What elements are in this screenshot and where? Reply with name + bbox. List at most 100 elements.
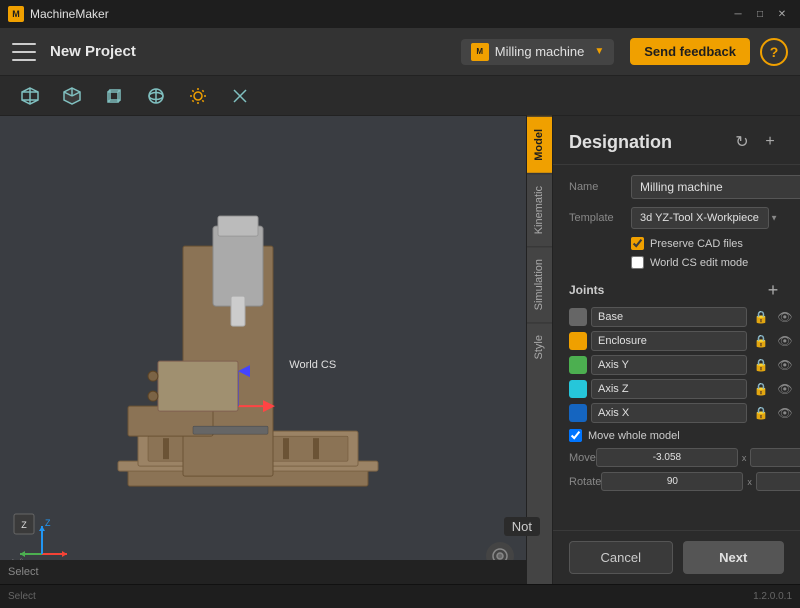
template-select[interactable]: 3d YZ-Tool X-Workpiece 3d XZ-Tool Y-Work…: [631, 207, 769, 229]
joint-color-axisy: [569, 356, 587, 374]
minimize-button[interactable]: ─: [728, 4, 748, 24]
select-status-bar: Select: [0, 560, 526, 584]
joints-add-button[interactable]: +: [762, 279, 784, 301]
feedback-button[interactable]: Send feedback: [630, 38, 750, 65]
cancel-button[interactable]: Cancel: [569, 541, 673, 574]
tab-kinematic[interactable]: Kinematic: [527, 173, 552, 246]
tab-model[interactable]: Model: [527, 116, 552, 173]
joint-row-enclosure: 🔒 👁 —: [569, 331, 784, 351]
panel-footer: Cancel Next: [553, 530, 800, 584]
machine-selector[interactable]: M Milling machine ▼: [461, 39, 615, 65]
preserve-cad-row: Preserve CAD files: [631, 237, 784, 250]
move-y-input[interactable]: [750, 448, 800, 467]
name-input[interactable]: [631, 175, 800, 199]
joint-row-base: 🔒 👁: [569, 307, 784, 327]
machine-3d-model: [98, 166, 398, 549]
joint-name-axisz[interactable]: [591, 379, 747, 399]
joint-row-axisx: 🔒 👁 —: [569, 403, 784, 423]
move-row: Move x: [569, 448, 784, 467]
help-button[interactable]: ?: [760, 38, 788, 66]
move-whole-model-row: Move whole model: [569, 429, 784, 442]
viewport-tool-2[interactable]: [100, 82, 128, 110]
svg-text:Z: Z: [21, 520, 27, 530]
rotate-inputs: x: [601, 472, 800, 491]
machine-name: Milling machine: [495, 44, 585, 59]
vertical-tabs: Model Kinematic Simulation Style: [526, 116, 552, 584]
app-title: MachineMaker: [30, 7, 109, 21]
tab-simulation[interactable]: Simulation: [527, 246, 552, 322]
menu-icon[interactable]: [12, 43, 36, 61]
viewport-tool-0[interactable]: [16, 82, 44, 110]
joint-row-axisy: 🔒 👁 —: [569, 355, 784, 375]
move-section: Move whole model Move x Rotate: [569, 429, 784, 491]
close-button[interactable]: ✕: [772, 4, 792, 24]
joint-name-axisx[interactable]: [591, 403, 747, 423]
preserve-cad-label: Preserve CAD files: [650, 238, 743, 250]
joints-title: Joints: [569, 283, 762, 297]
worldcs-row: World CS edit mode: [631, 256, 784, 269]
move-label: Move: [569, 452, 596, 464]
machine-icon: M: [471, 43, 489, 61]
rotate-row: Rotate x: [569, 472, 784, 491]
status-coords: 1.2.0.0.1: [753, 591, 792, 602]
joint-row-axisz: 🔒 👁 —: [569, 379, 784, 399]
refresh-button[interactable]: ↻: [728, 128, 756, 156]
not-badge: Not: [504, 517, 540, 536]
rotate-label: Rotate: [569, 476, 601, 488]
joint-lock-enclosure[interactable]: 🔒: [751, 331, 771, 351]
right-panel: Designation ↻ + Name Template 3d YZ-Tool…: [552, 116, 800, 584]
joint-color-enclosure: [569, 332, 587, 350]
name-field-row: Name: [569, 175, 784, 199]
name-label: Name: [569, 181, 631, 193]
template-field-row: Template 3d YZ-Tool X-Workpiece 3d XZ-To…: [569, 207, 784, 229]
panel-body: Name Template 3d YZ-Tool X-Workpiece 3d …: [553, 165, 800, 530]
panel-title: Designation: [569, 132, 728, 153]
tab-style[interactable]: Style: [527, 322, 552, 371]
joint-name-base[interactable]: [591, 307, 747, 327]
main-area: World CS Z X Y: [0, 116, 800, 584]
viewport-toolbar: [0, 76, 800, 116]
worldcs-label: World CS edit mode: [650, 257, 748, 269]
joint-color-axisz: [569, 380, 587, 398]
viewport-tool-1[interactable]: [58, 82, 86, 110]
preserve-cad-checkbox[interactable]: [631, 237, 644, 250]
move-x-input[interactable]: [596, 448, 738, 467]
rotate-y-input[interactable]: [756, 472, 800, 491]
joint-color-base: [569, 308, 587, 326]
viewport[interactable]: World CS Z X Y: [0, 116, 526, 584]
joint-color-axisx: [569, 404, 587, 422]
move-whole-label: Move whole model: [588, 430, 680, 442]
joint-visible-axisx[interactable]: 👁: [775, 403, 795, 423]
viewport-tool-3[interactable]: [142, 82, 170, 110]
svg-text:Z: Z: [45, 518, 51, 528]
panel-add-button[interactable]: +: [756, 128, 784, 156]
topbar: New Project M Milling machine ▼ Send fee…: [0, 28, 800, 76]
joint-visible-enclosure[interactable]: 👁: [775, 331, 795, 351]
joint-lock-axisz[interactable]: 🔒: [751, 379, 771, 399]
panel-header: Designation ↻ +: [553, 116, 800, 165]
joint-visible-base[interactable]: 👁: [775, 307, 795, 327]
worldcs-checkbox[interactable]: [631, 256, 644, 269]
joints-section-header: Joints +: [569, 279, 784, 301]
rotate-x-input[interactable]: [601, 472, 743, 491]
viewport-tool-5[interactable]: [226, 82, 254, 110]
joint-name-enclosure[interactable]: [591, 331, 747, 351]
next-button[interactable]: Next: [683, 541, 785, 574]
joint-lock-axisy[interactable]: 🔒: [751, 355, 771, 375]
joint-lock-axisx[interactable]: 🔒: [751, 403, 771, 423]
viewport-canvas[interactable]: World CS Z X Y: [0, 116, 526, 584]
viewport-tool-4[interactable]: [184, 82, 212, 110]
joint-lock-base[interactable]: 🔒: [751, 307, 771, 327]
joint-visible-axisy[interactable]: 👁: [775, 355, 795, 375]
joint-name-axisy[interactable]: [591, 355, 747, 375]
project-title: New Project: [50, 43, 461, 60]
maximize-button[interactable]: □: [750, 4, 770, 24]
titlebar: M MachineMaker ─ □ ✕: [0, 0, 800, 28]
template-label: Template: [569, 212, 631, 224]
move-inputs: x: [596, 448, 800, 467]
move-whole-checkbox[interactable]: [569, 429, 582, 442]
machine-dropdown-icon: ▼: [594, 46, 604, 57]
app-icon: M: [8, 6, 24, 22]
joint-visible-axisz[interactable]: 👁: [775, 379, 795, 399]
status-select-text: Select: [8, 591, 753, 602]
